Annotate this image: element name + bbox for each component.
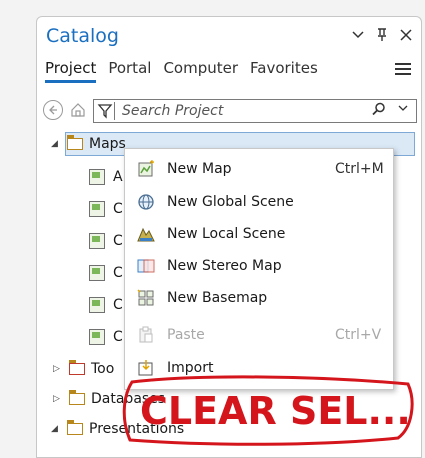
menu-item-new-basemap[interactable]: New Basemap: [125, 282, 393, 314]
map-icon: [89, 233, 105, 249]
database-folder-icon: [68, 390, 85, 405]
globe-icon: [137, 193, 155, 211]
expand-right-icon[interactable]: ▷: [53, 364, 63, 374]
pane-controls: [351, 27, 413, 43]
search-options-chevron-icon[interactable]: [398, 102, 408, 115]
tree-item-map[interactable]: C: [89, 325, 123, 349]
expand-icon[interactable]: ◢: [51, 424, 61, 434]
tree-label-toolboxes: Too: [91, 361, 115, 377]
map-icon: [89, 265, 105, 281]
tab-portal[interactable]: Portal: [108, 59, 151, 83]
stereo-map-icon: [137, 257, 155, 275]
basemap-icon: [137, 289, 155, 307]
tree-item-toolboxes[interactable]: ▷ Too: [53, 357, 114, 381]
search-box: [93, 99, 417, 123]
menu-item-new-local-scene[interactable]: New Local Scene: [125, 218, 393, 250]
map-icon: [89, 329, 105, 345]
tree-item-map[interactable]: C: [89, 229, 123, 253]
tree-item-map[interactable]: C: [89, 293, 123, 317]
tab-favorites[interactable]: Favorites: [250, 59, 318, 83]
folder-icon: [66, 135, 83, 150]
catalog-toolbar: [43, 99, 417, 123]
menu-item-paste[interactable]: Paste Ctrl+V: [125, 319, 393, 351]
pane-title: Catalog: [46, 25, 119, 47]
tree-item-map[interactable]: C: [89, 261, 123, 285]
expand-icon[interactable]: ◢: [51, 139, 61, 149]
chevron-down-icon[interactable]: [351, 27, 365, 43]
close-icon[interactable]: [399, 27, 413, 43]
search-input[interactable]: [122, 102, 322, 120]
presentation-folder-icon: [66, 420, 83, 435]
toolbox-folder-icon: [68, 360, 85, 375]
tab-computer[interactable]: Computer: [163, 59, 238, 83]
search-icon[interactable]: [372, 102, 386, 120]
menu-item-new-stereo-map[interactable]: New Stereo Map: [125, 250, 393, 282]
local-scene-icon: [137, 225, 155, 243]
menu-icon[interactable]: [395, 63, 411, 78]
menu-item-new-map[interactable]: New Map Ctrl+M: [125, 153, 393, 185]
menu-item-new-global-scene[interactable]: New Global Scene: [125, 186, 393, 218]
home-icon[interactable]: [69, 101, 87, 119]
tree-row-maps: ◢ Maps: [51, 132, 126, 156]
handwritten-annotation: CLEAR SEL...: [122, 375, 414, 446]
annotation-text: CLEAR SEL...: [140, 389, 411, 433]
tab-project[interactable]: Project: [45, 59, 97, 83]
paste-icon: [137, 326, 155, 344]
filter-icon[interactable]: [96, 102, 115, 120]
tree-label-maps: Maps: [89, 136, 126, 152]
map-icon: [89, 169, 105, 185]
context-menu: New Map Ctrl+M New Global Scene New Loca…: [124, 148, 394, 390]
expand-right-icon[interactable]: ▷: [53, 394, 63, 404]
tree-item-map[interactable]: C: [89, 197, 123, 221]
map-icon: [89, 201, 105, 217]
catalog-tabs: Project Portal Computer Favorites: [45, 59, 318, 83]
tree-item-map[interactable]: A: [89, 165, 123, 189]
new-map-icon: [137, 160, 155, 178]
pin-icon[interactable]: [375, 27, 389, 43]
back-button[interactable]: [43, 100, 63, 120]
map-icon: [89, 297, 105, 313]
